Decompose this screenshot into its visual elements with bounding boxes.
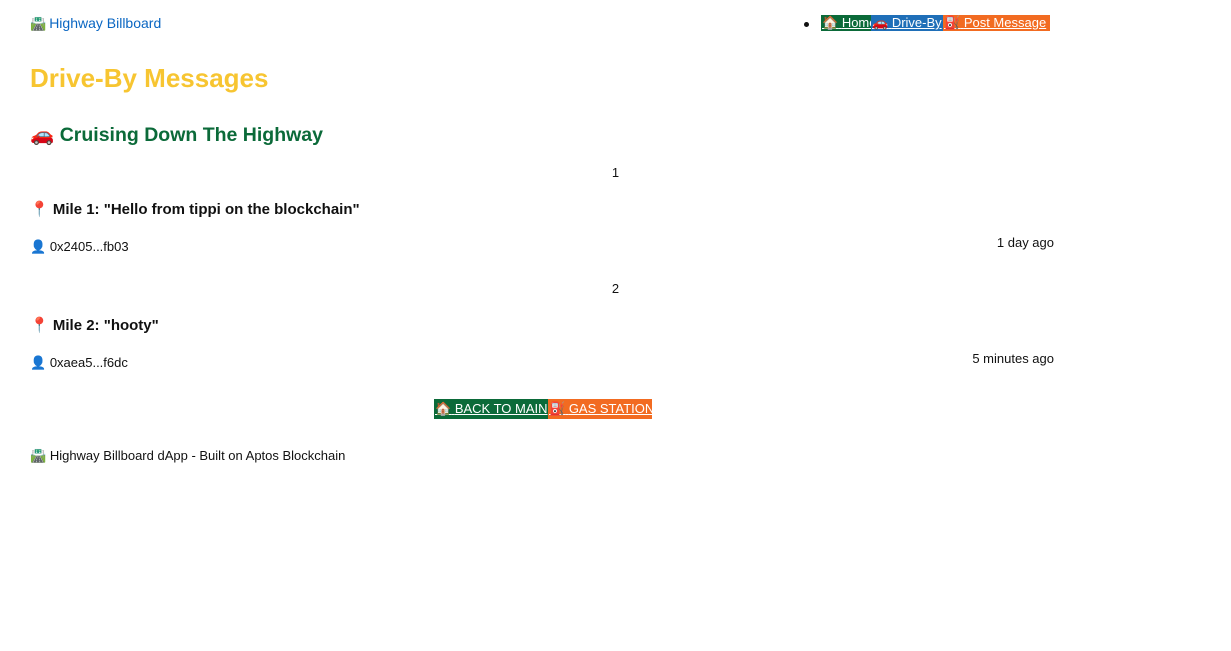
message-title-text: Mile 2: "hooty" (52, 317, 159, 334)
nav-post-message-link[interactable]: ⛽ Post Message (943, 15, 1050, 31)
back-to-main-label: BACK TO MAIN (454, 401, 548, 416)
user-icon: 👤 (30, 356, 47, 371)
page-title: Drive-By Messages (30, 63, 269, 93)
highway-icon: 🛣️ (30, 449, 47, 464)
nav-home-link[interactable]: 🏠 Home (821, 15, 877, 31)
message-time: 1 day ago (996, 235, 1054, 250)
nav-driveby-label: Drive-By (891, 15, 942, 30)
gas-station-label: GAS STATION (568, 401, 655, 416)
home-icon: 🏠 (822, 16, 839, 31)
footer-text: Highway Billboard dApp - Built on Aptos … (49, 448, 346, 463)
nav-driveby-link[interactable]: 🚗 Drive-By (871, 15, 946, 31)
user-icon: 👤 (30, 240, 47, 255)
fuel-pump-icon: ⛽ (549, 402, 566, 417)
author-address: 0xaea5...f6dc (49, 355, 128, 370)
nav-links: 🏠 Home 🚗 Drive-By ⛽ Post Message (821, 15, 1050, 31)
car-icon: 🚗 (872, 16, 889, 31)
message-title: 📍 Mile 2: "hooty" (30, 316, 159, 334)
message-author: 👤 0x2405...fb03 (30, 239, 129, 255)
message-index: 1 (611, 165, 620, 180)
action-bar: 🏠 BACK TO MAIN ⛽ GAS STATION (434, 399, 655, 419)
car-icon: 🚗 (30, 123, 55, 146)
author-address: 0x2405...fb03 (49, 239, 129, 254)
pin-icon: 📍 (30, 316, 49, 334)
message-time: 5 minutes ago (972, 351, 1054, 366)
pin-icon: 📍 (30, 200, 49, 218)
message-title: 📍 Mile 1: "Hello from tippi on the block… (30, 200, 360, 218)
list-bullet (804, 22, 809, 27)
back-to-main-button[interactable]: 🏠 BACK TO MAIN (434, 399, 548, 419)
section-title: 🚗 Cruising Down The Highway (30, 123, 323, 147)
home-icon: 🏠 (435, 402, 452, 417)
gas-station-button[interactable]: ⛽ GAS STATION (548, 399, 655, 419)
footer: 🛣️ Highway Billboard dApp - Built on Apt… (30, 448, 345, 464)
message-index: 2 (611, 281, 620, 296)
highway-icon: 🛣️ (30, 17, 47, 32)
brand-label: Highway Billboard (49, 15, 162, 31)
fuel-pump-icon: ⛽ (944, 16, 961, 31)
brand-link[interactable]: 🛣️ Highway Billboard (30, 15, 161, 32)
section-title-label: Cruising Down The Highway (59, 124, 323, 146)
message-title-text: Mile 1: "Hello from tippi on the blockch… (52, 201, 360, 218)
message-author: 👤 0xaea5...f6dc (30, 355, 128, 371)
nav-post-label: Post Message (963, 15, 1047, 30)
